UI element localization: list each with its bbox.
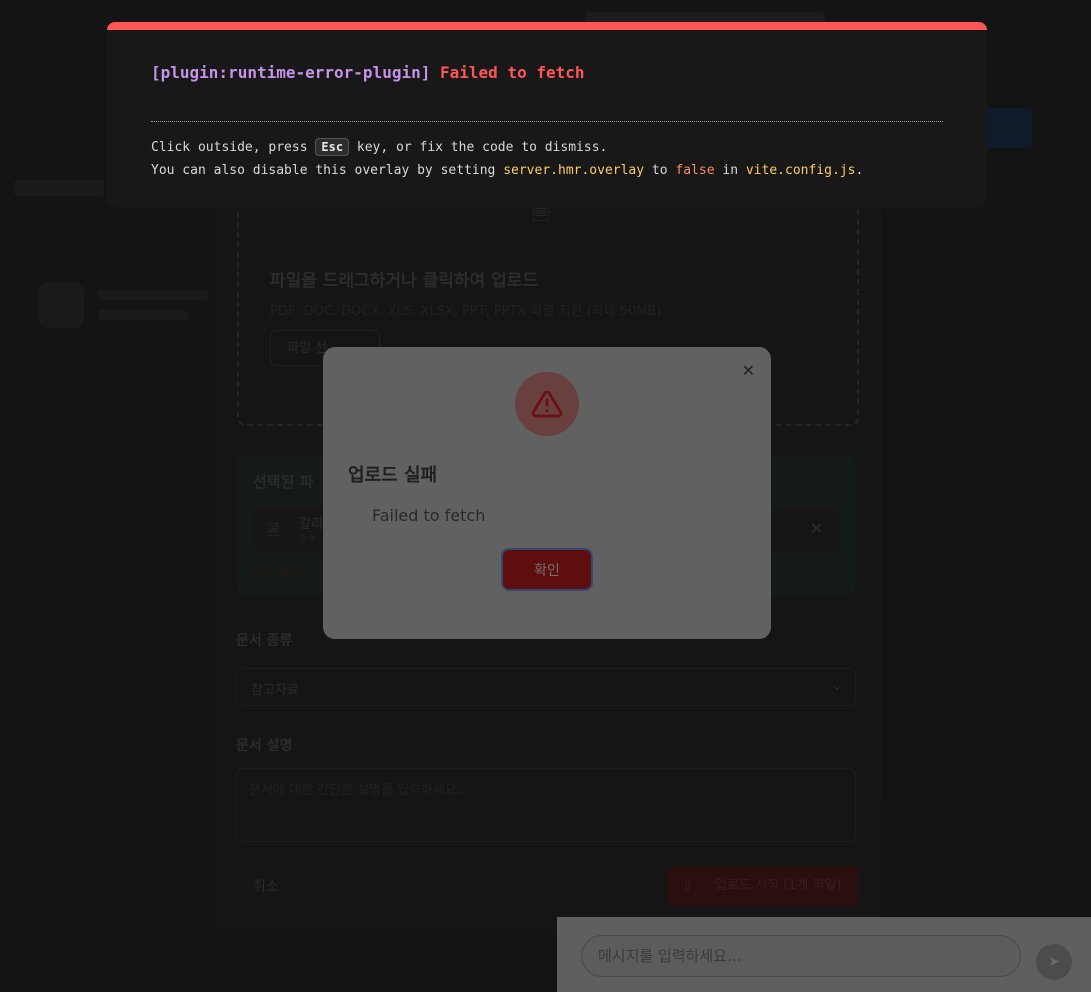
start-upload-button[interactable]: ⇧ 업로드 시작 (1개 파일) <box>667 866 858 906</box>
tip-text: You can also disable this overlay by set… <box>151 163 496 178</box>
disable-tip: You can also disable this overlay by set… <box>151 163 863 178</box>
dropzone-title: 파일을 드래그하거나 클릭하여 업로드 <box>270 271 538 291</box>
config-value: false <box>675 163 715 178</box>
tip-text: to <box>651 163 668 178</box>
alert-message: Failed to fetch <box>372 506 486 525</box>
chevron-down-icon: ⌄ <box>831 678 843 694</box>
config-file: vite.config.js <box>745 163 856 178</box>
start-upload-label: 업로드 시작 (1개 파일) <box>715 878 842 893</box>
doc-type-value: 참고자료 <box>251 683 299 698</box>
file-size: 0.9 <box>299 533 315 544</box>
description-placeholder: 문서에 대한 간단한 설명을 입력하세요... <box>249 783 470 798</box>
plugin-name: [plugin:runtime-error-plugin] <box>151 63 431 82</box>
esc-key: Esc <box>315 138 350 156</box>
send-icon[interactable]: ➤ <box>1036 944 1072 980</box>
chat-input[interactable]: 메시지를 입력하세요... <box>581 935 1021 977</box>
warning-icon-badge <box>515 372 579 436</box>
right-panel <box>880 210 929 800</box>
warning-icon <box>531 390 563 418</box>
sidebar-line <box>98 310 188 320</box>
cancel-button[interactable]: 취소 <box>253 876 279 896</box>
selected-files-title: 선택된 파 <box>253 473 314 491</box>
divider <box>151 121 943 122</box>
sidebar-title <box>14 180 104 196</box>
dropzone-subtitle: PDF, DOC, DOCX, XLS, XLSX, PPT, PPTX 파일 … <box>270 304 662 319</box>
error-message: [plugin:runtime-error-plugin] Failed to … <box>151 63 585 82</box>
tip-text: in <box>722 163 739 178</box>
sidebar-line <box>98 290 208 300</box>
close-icon[interactable]: ✕ <box>742 361 755 380</box>
clear-all-button[interactable]: 모두 제거 <box>253 565 301 582</box>
error-text: Failed to fetch <box>440 63 585 82</box>
error-alert-dialog: ✕ 업로드 실패 Failed to fetch 확인 <box>323 347 771 639</box>
config-key: server.hmr.overlay <box>503 163 645 178</box>
upload-icon: ⇧ <box>681 876 695 895</box>
tip-text: Click outside, press <box>151 140 308 155</box>
tip-text: . <box>855 163 864 178</box>
tip-text: key, or fix the code to dismiss. <box>356 140 608 155</box>
dismiss-tip: Click outside, press Esc key, or fix the… <box>151 138 607 156</box>
doc-type-select[interactable]: 참고자료 ⌄ <box>236 668 856 706</box>
description-label: 문서 설명 <box>236 738 293 754</box>
header-action-button <box>980 108 1032 148</box>
remove-file-icon[interactable]: ✕ <box>810 519 823 538</box>
confirm-button[interactable]: 확인 <box>501 548 593 591</box>
file-icon: 🗎 <box>267 520 280 539</box>
chat-bar: 메시지를 입력하세요... ➤ <box>557 917 1091 992</box>
description-field[interactable]: 문서에 대한 간단한 설명을 입력하세요... <box>236 768 856 842</box>
file-name: 갈리 <box>299 517 323 532</box>
alert-title: 업로드 실패 <box>348 465 438 486</box>
vite-error-overlay[interactable]: [plugin:runtime-error-plugin] Failed to … <box>107 22 987 207</box>
doc-type-label: 문서 종류 <box>236 633 293 649</box>
avatar <box>38 282 84 328</box>
